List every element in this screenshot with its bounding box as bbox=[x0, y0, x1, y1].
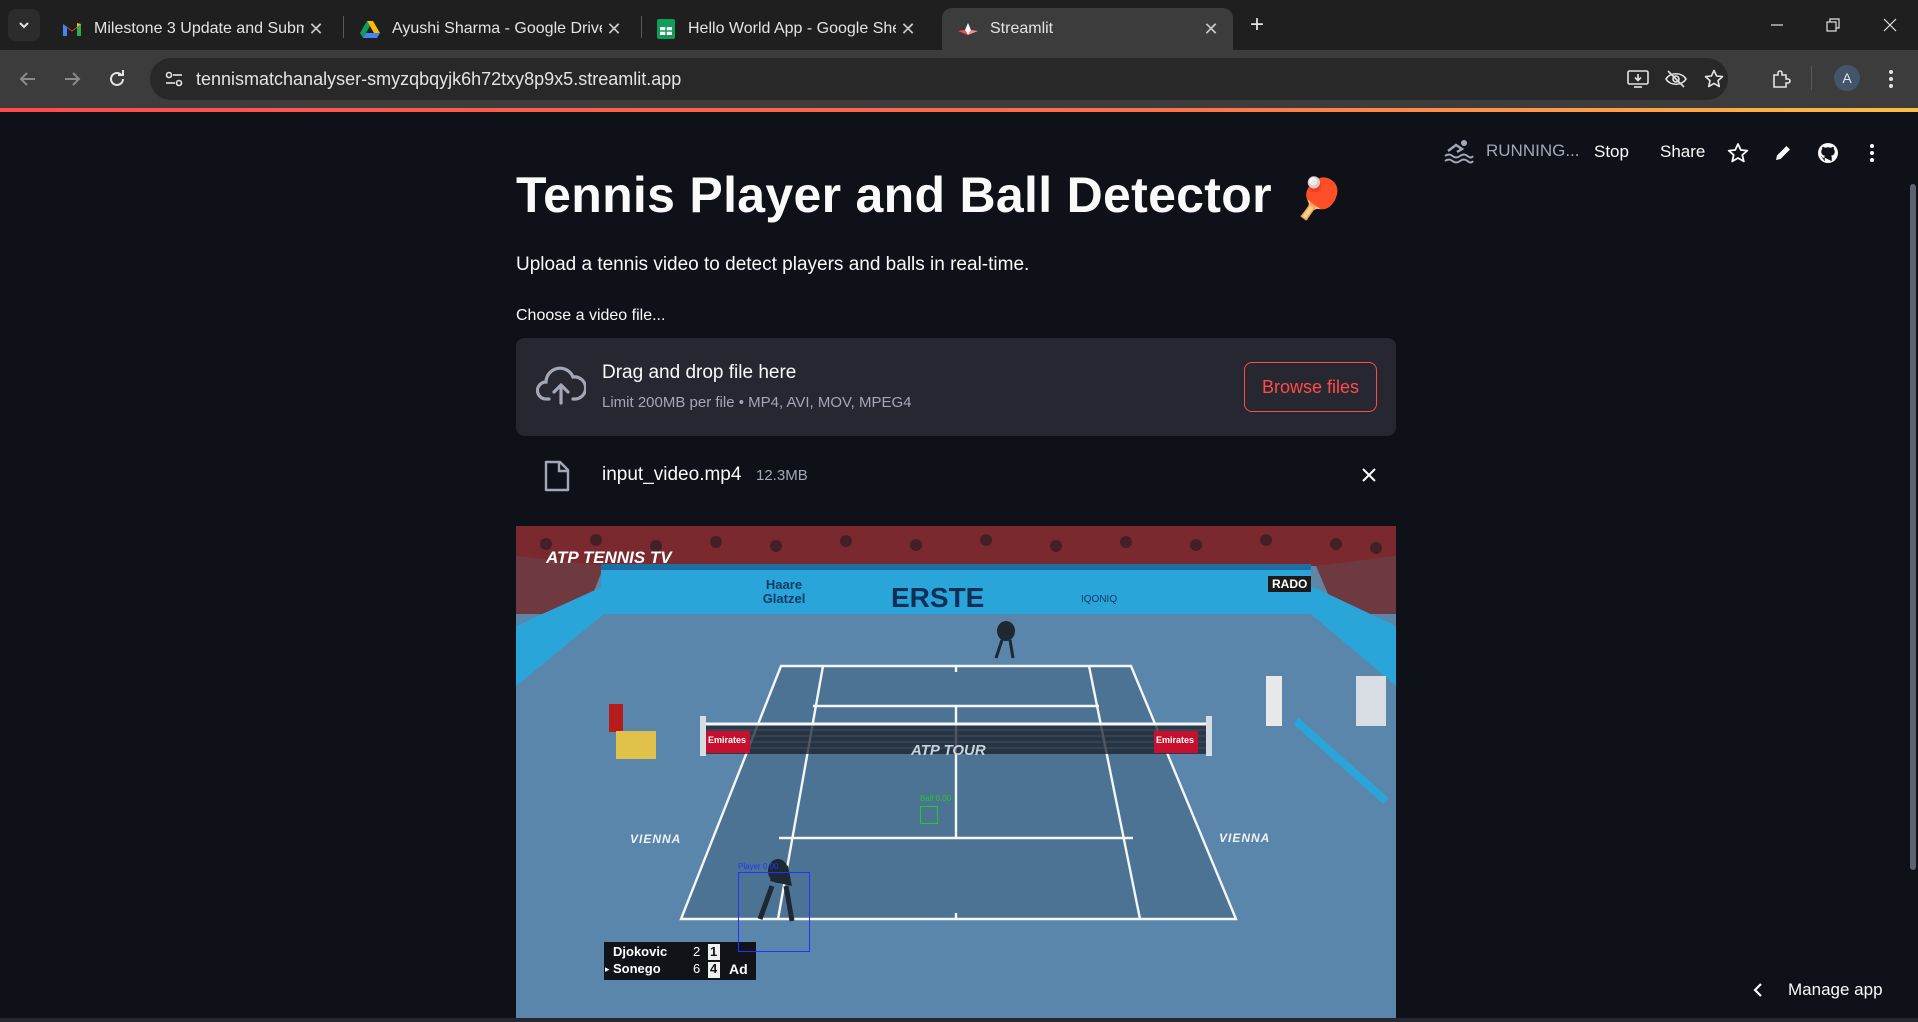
dropzone-limit: Limit 200MB per file • MP4, AVI, MOV, MP… bbox=[602, 394, 912, 411]
score-player-1-game: 1 bbox=[710, 944, 718, 959]
broadcaster-logo: ATP TENNIS TV bbox=[546, 548, 672, 567]
dropzone-title: Drag and drop file here bbox=[602, 362, 797, 383]
minimize-button[interactable] bbox=[1749, 0, 1805, 50]
main-menu-icon[interactable] bbox=[1859, 140, 1885, 166]
arrow-right-icon bbox=[65, 72, 81, 86]
sponsor-emirates-right: Emirates bbox=[1156, 735, 1195, 745]
ball-detection-box bbox=[920, 806, 938, 824]
install-app-icon[interactable] bbox=[1626, 67, 1650, 91]
close-window-button[interactable] bbox=[1862, 0, 1918, 50]
back-button[interactable] bbox=[12, 63, 44, 95]
share-button[interactable]: Share bbox=[1660, 142, 1705, 162]
browse-files-button[interactable]: Browse files bbox=[1244, 362, 1377, 412]
tab-title: Streamlit bbox=[990, 20, 1054, 37]
file-icon bbox=[544, 460, 570, 492]
minimize-icon bbox=[1771, 24, 1783, 26]
site-settings-icon[interactable] bbox=[162, 67, 186, 91]
bookmark-star-icon[interactable] bbox=[1702, 67, 1726, 91]
sponsor-emirates-left: Emirates bbox=[708, 735, 747, 745]
address-bar[interactable]: tennismatchanalyser-smyzqbqyjk6h72txy8p9… bbox=[150, 58, 1728, 100]
tab-gmail[interactable]: Milestone 3 Update and Submis ✕ bbox=[46, 8, 338, 50]
close-icon bbox=[1883, 18, 1897, 32]
close-tab-icon[interactable]: ✕ bbox=[1199, 17, 1223, 41]
tab-search-button[interactable] bbox=[8, 9, 40, 41]
gmail-icon bbox=[62, 19, 82, 39]
forward-button[interactable] bbox=[56, 63, 88, 95]
player-detection-label: Player 0.00 bbox=[738, 862, 779, 871]
remove-file-button[interactable] bbox=[1356, 462, 1382, 488]
eye-off-icon[interactable] bbox=[1664, 67, 1688, 91]
file-dropzone[interactable]: Drag and drop file here Limit 200MB per … bbox=[516, 338, 1396, 436]
sponsor-atp-tour: ATP TOUR bbox=[911, 742, 986, 759]
page-title: Tennis Player and Ball Detector 🏓 bbox=[516, 166, 1344, 224]
chevron-down-icon bbox=[19, 22, 29, 29]
bottom-divider bbox=[0, 1018, 1918, 1022]
reload-icon bbox=[110, 70, 124, 86]
browser-tab-bar: Milestone 3 Update and Submis ✕ Ayushi S… bbox=[0, 0, 1918, 50]
court-text-right: VIENNA bbox=[1219, 831, 1271, 845]
cloud-upload-icon bbox=[536, 366, 586, 405]
court-text-left: VIENNA bbox=[630, 832, 682, 846]
score-player-1-set: 2 bbox=[693, 944, 701, 959]
tab-drive[interactable]: Ayushi Sharma - Google Drive ✕ bbox=[344, 8, 636, 50]
streamlit-icon bbox=[958, 19, 978, 39]
profile-avatar[interactable]: A bbox=[1834, 65, 1860, 91]
running-status: RUNNING... bbox=[1444, 138, 1580, 164]
browser-toolbar: tennismatchanalyser-smyzqbqyjk6h72txy8p9… bbox=[0, 50, 1918, 108]
file-size: 12.3MB bbox=[756, 467, 808, 484]
sponsor-iqoniq: IQONIQ bbox=[1081, 594, 1118, 605]
running-label: RUNNING... bbox=[1486, 141, 1580, 160]
chevron-left-icon bbox=[1753, 983, 1762, 997]
ball-detection-label: Ball 0.00 bbox=[920, 794, 952, 803]
toolbar-divider bbox=[1811, 66, 1812, 90]
reload-button[interactable] bbox=[101, 63, 133, 95]
manage-app-button[interactable]: Manage app bbox=[1752, 980, 1883, 1000]
score-player-2-set: 6 bbox=[693, 961, 701, 976]
ping-pong-icon: 🏓 bbox=[1294, 177, 1345, 221]
url-text: tennismatchanalyser-smyzqbqyjk6h72txy8p9… bbox=[196, 69, 682, 89]
close-tab-icon[interactable]: ✕ bbox=[304, 17, 328, 41]
page-title-text: Tennis Player and Ball Detector bbox=[516, 167, 1272, 223]
restore-button[interactable] bbox=[1805, 0, 1861, 50]
tab-title: Milestone 3 Update and Submis bbox=[94, 20, 304, 37]
new-tab-button[interactable]: + bbox=[1243, 11, 1271, 38]
close-tab-icon[interactable]: ✕ bbox=[896, 17, 920, 41]
arrow-left-icon bbox=[19, 72, 35, 86]
extensions-icon[interactable] bbox=[1766, 64, 1796, 94]
stop-button[interactable]: Stop bbox=[1594, 142, 1629, 162]
serve-indicator: ▸ bbox=[605, 964, 610, 974]
edit-pencil-icon[interactable] bbox=[1770, 140, 1796, 166]
file-name: input_video.mp4 bbox=[602, 464, 742, 485]
restore-icon bbox=[1826, 18, 1840, 32]
close-tab-icon[interactable]: ✕ bbox=[602, 17, 626, 41]
github-icon[interactable] bbox=[1815, 140, 1841, 166]
uploaded-file-row: input_video.mp4 12.3MB bbox=[516, 450, 1396, 500]
sponsor-haare: Haare Glatzel bbox=[762, 577, 806, 606]
drive-icon bbox=[360, 19, 380, 39]
detection-video-frame[interactable]: ATP TENNIS TV Haare Glatzel ERSTE IQONIQ… bbox=[516, 526, 1396, 1022]
score-point: Ad bbox=[729, 961, 748, 977]
uploader-label: Choose a video file... bbox=[516, 307, 666, 324]
swimmer-icon bbox=[1444, 140, 1474, 164]
sponsor-erste: ERSTE bbox=[891, 582, 985, 613]
score-player-1-name: Djokovic bbox=[613, 944, 668, 959]
page-subtitle: Upload a tennis video to detect players … bbox=[516, 254, 1030, 275]
sheets-icon bbox=[656, 19, 676, 39]
tab-title: Hello World App - Google Shee bbox=[688, 20, 896, 37]
tab-streamlit[interactable]: Streamlit ✕ bbox=[942, 8, 1233, 50]
tab-sheets[interactable]: Hello World App - Google Shee ✕ bbox=[640, 8, 930, 50]
score-player-2-name: Sonego bbox=[613, 961, 661, 976]
manage-app-label: Manage app bbox=[1788, 980, 1883, 999]
chrome-menu-icon[interactable] bbox=[1876, 64, 1906, 94]
player-detection-box bbox=[738, 872, 810, 952]
page-scrollbar[interactable] bbox=[1910, 184, 1916, 870]
tab-title: Ayushi Sharma - Google Drive bbox=[392, 20, 602, 37]
sponsor-rado: RADO bbox=[1268, 576, 1312, 592]
favorite-star-icon[interactable] bbox=[1725, 140, 1751, 166]
score-player-2-game: 4 bbox=[710, 961, 718, 976]
close-icon bbox=[1362, 468, 1376, 482]
